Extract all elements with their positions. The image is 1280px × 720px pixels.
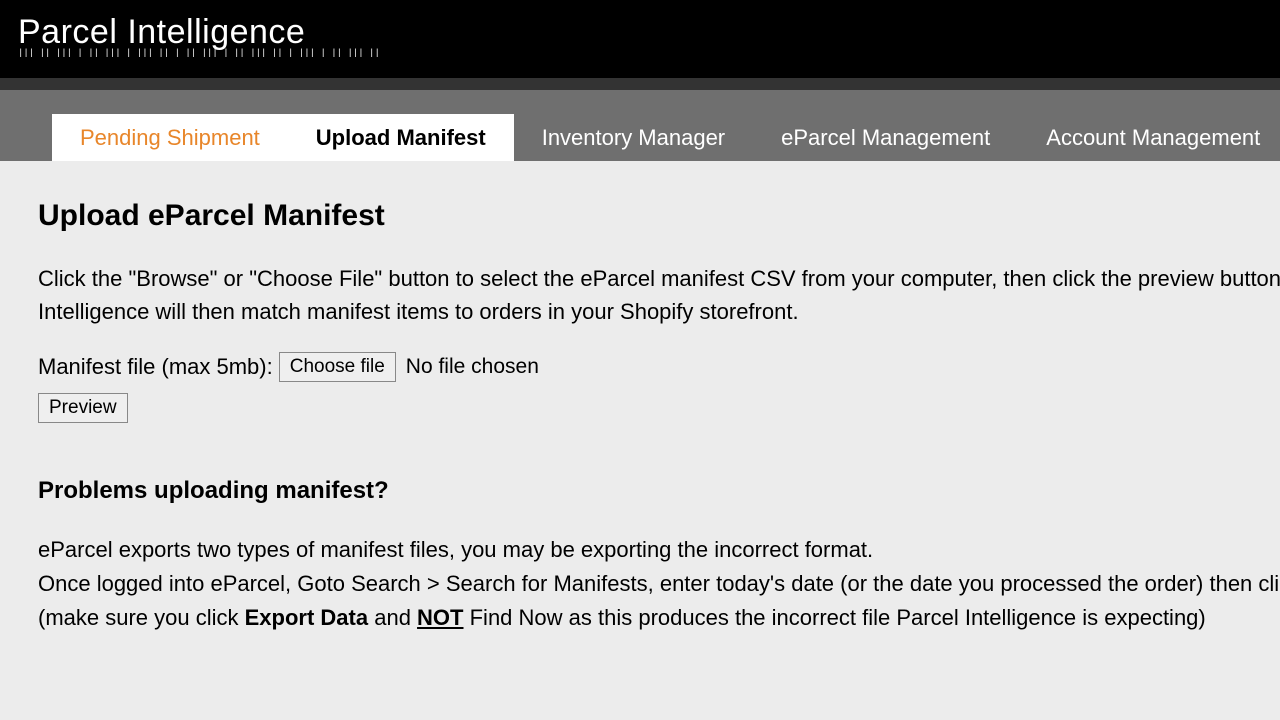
main-content: Upload eParcel Manifest Click the "Brows… <box>0 161 1280 635</box>
tab-label: Pending Shipment <box>80 125 260 151</box>
help-bold: Export Data <box>245 605 368 630</box>
preview-row: Preview <box>38 389 1280 423</box>
tab-label: Account Management <box>1046 125 1260 151</box>
file-input-row: Manifest file (max 5mb): Choose file No … <box>38 350 1280 383</box>
top-header: Parcel Intelligence ||| || ||| | || ||| … <box>0 0 1280 78</box>
tab-pending-shipment[interactable]: Pending Shipment <box>52 114 288 161</box>
main-nav: Pending Shipment Upload Manifest Invento… <box>0 90 1280 161</box>
help-line-3b: and <box>368 605 417 630</box>
tab-eparcel-management[interactable]: eParcel Management <box>753 114 1018 161</box>
file-status: No file chosen <box>406 351 539 383</box>
tab-label: eParcel Management <box>781 125 990 151</box>
tab-label: Inventory Manager <box>542 125 725 151</box>
help-text: eParcel exports two types of manifest fi… <box>38 533 1280 635</box>
tab-account-management[interactable]: Account Management <box>1018 114 1280 161</box>
tab-label: Upload Manifest <box>316 125 486 151</box>
choose-file-button[interactable]: Choose file <box>279 352 396 382</box>
brand-barcode: ||| || ||| | || ||| | ||| || | || ||| | … <box>18 50 380 56</box>
brand-name: Parcel Intelligence <box>18 13 305 51</box>
page-title: Upload eParcel Manifest <box>38 193 1280 238</box>
help-line-1: eParcel exports two types of manifest fi… <box>38 537 873 562</box>
help-heading: Problems uploading manifest? <box>38 473 1280 509</box>
help-line-3a: (make sure you click <box>38 605 245 630</box>
header-divider <box>0 78 1280 90</box>
tab-inventory-manager[interactable]: Inventory Manager <box>514 114 753 161</box>
tab-upload-manifest[interactable]: Upload Manifest <box>288 114 514 161</box>
help-line-2: Once logged into eParcel, Goto Search > … <box>38 571 1280 596</box>
file-label: Manifest file (max 5mb): <box>38 350 273 383</box>
preview-button[interactable]: Preview <box>38 393 128 423</box>
intro-paragraph: Click the "Browse" or "Choose File" butt… <box>38 262 1280 328</box>
help-underline: NOT <box>417 605 463 630</box>
help-line-3c: Find Now as this produces the incorrect … <box>464 605 1206 630</box>
brand-logo: Parcel Intelligence ||| || ||| | || ||| … <box>18 13 380 66</box>
